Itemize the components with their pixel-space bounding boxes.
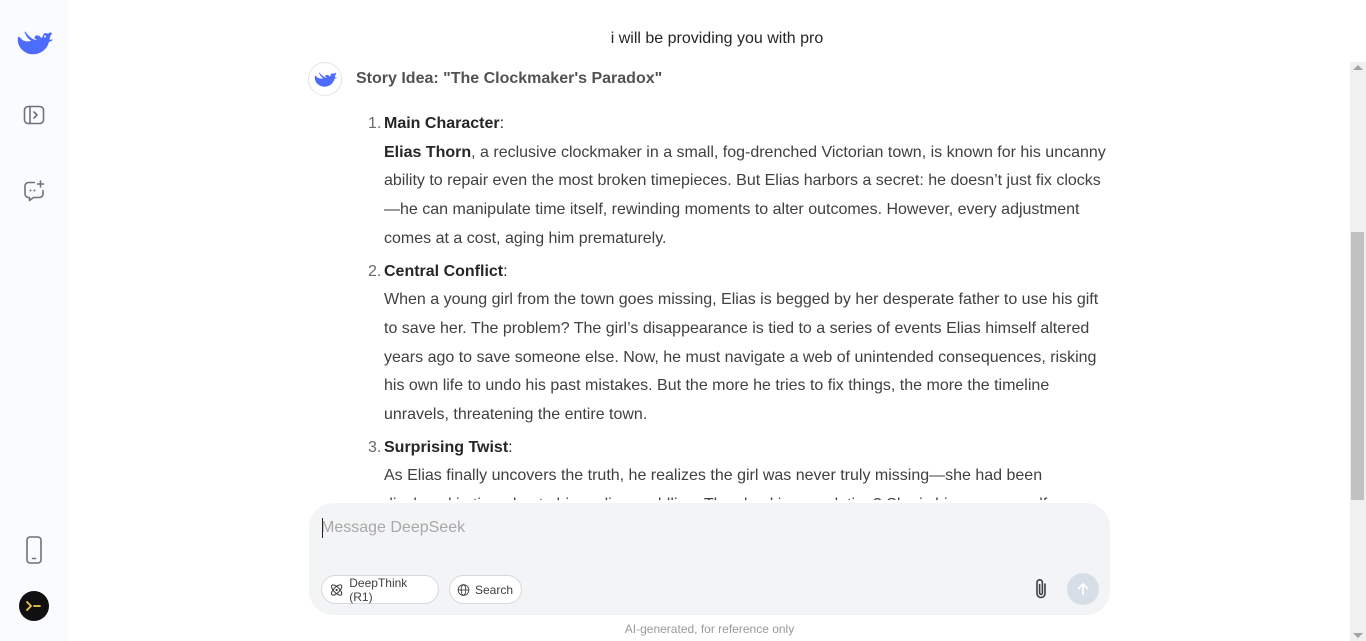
text-caret (322, 518, 323, 538)
sidebar-toggle-icon[interactable] (14, 95, 54, 135)
assistant-avatar (308, 62, 342, 96)
sidebar (0, 0, 68, 641)
character-name: Elias Thorn (384, 143, 472, 161)
list-number: 2. (368, 262, 382, 280)
list-item-colon: : (499, 115, 505, 132)
deepseek-logo-icon[interactable] (14, 22, 54, 62)
list-number: 3. (368, 438, 382, 456)
story-list: 1. Main Character: Elias Thorn, a reclus… (348, 110, 1110, 500)
terminal-prompt-icon (26, 601, 41, 611)
search-label: Search (474, 582, 513, 597)
send-button[interactable] (1067, 573, 1099, 605)
mobile-phone-icon[interactable] (14, 530, 54, 570)
list-item-colon: : (503, 262, 508, 280)
list-number: 1. (368, 115, 382, 132)
message-composer: DeepThink (R1) Search (309, 503, 1110, 615)
list-item-title: Central Conflict (384, 262, 504, 280)
scroll-up-arrow-icon[interactable] (1353, 65, 1363, 70)
scrollbar-thumb[interactable] (1351, 232, 1364, 500)
list-item-colon: : (508, 438, 513, 456)
deepseek-whale-icon (314, 72, 337, 87)
deepthink-label: DeepThink (R1) (349, 575, 408, 604)
new-chat-icon[interactable] (14, 171, 54, 211)
message-input[interactable] (321, 515, 1091, 541)
deepthink-toggle-button[interactable]: DeepThink (R1) (321, 575, 439, 604)
search-toggle-button[interactable]: Search (449, 575, 522, 604)
disclaimer-note: AI-generated, for reference only (624, 622, 795, 636)
list-item-text: When a young girl from the town goes mis… (384, 291, 1099, 424)
scroll-down-arrow-icon[interactable] (1353, 633, 1363, 638)
vertical-scrollbar[interactable] (1350, 62, 1366, 641)
atom-icon (330, 583, 343, 596)
list-item-text: , a reclusive clockmaker in a small, fog… (384, 143, 1106, 247)
attach-file-button[interactable] (1027, 574, 1055, 604)
message-heading: Story Idea: "The Clockmaker's Paradox" (356, 70, 663, 87)
list-item-title: Main Character (384, 115, 500, 132)
user-avatar[interactable] (19, 591, 49, 621)
list-item: 3. Surprising Twist: As Elias finally un… (348, 434, 1110, 500)
list-item-title: Surprising Twist (384, 438, 509, 456)
globe-icon (457, 583, 470, 596)
list-item: 1. Main Character: Elias Thorn, a reclus… (348, 110, 1110, 254)
arrow-up-icon (1077, 583, 1089, 595)
conversation-area: Story Idea: "The Clockmaker's Paradox" 1… (68, 62, 1350, 500)
paperclip-icon (1036, 579, 1046, 599)
list-item: 2. Central Conflict: When a young girl f… (348, 258, 1110, 430)
app-window: i will be providing you with pro Story I… (0, 0, 1366, 641)
list-item-text: As Elias finally uncovers the truth, he … (384, 467, 1052, 500)
chat-title: i will be providing you with pro (610, 30, 824, 47)
